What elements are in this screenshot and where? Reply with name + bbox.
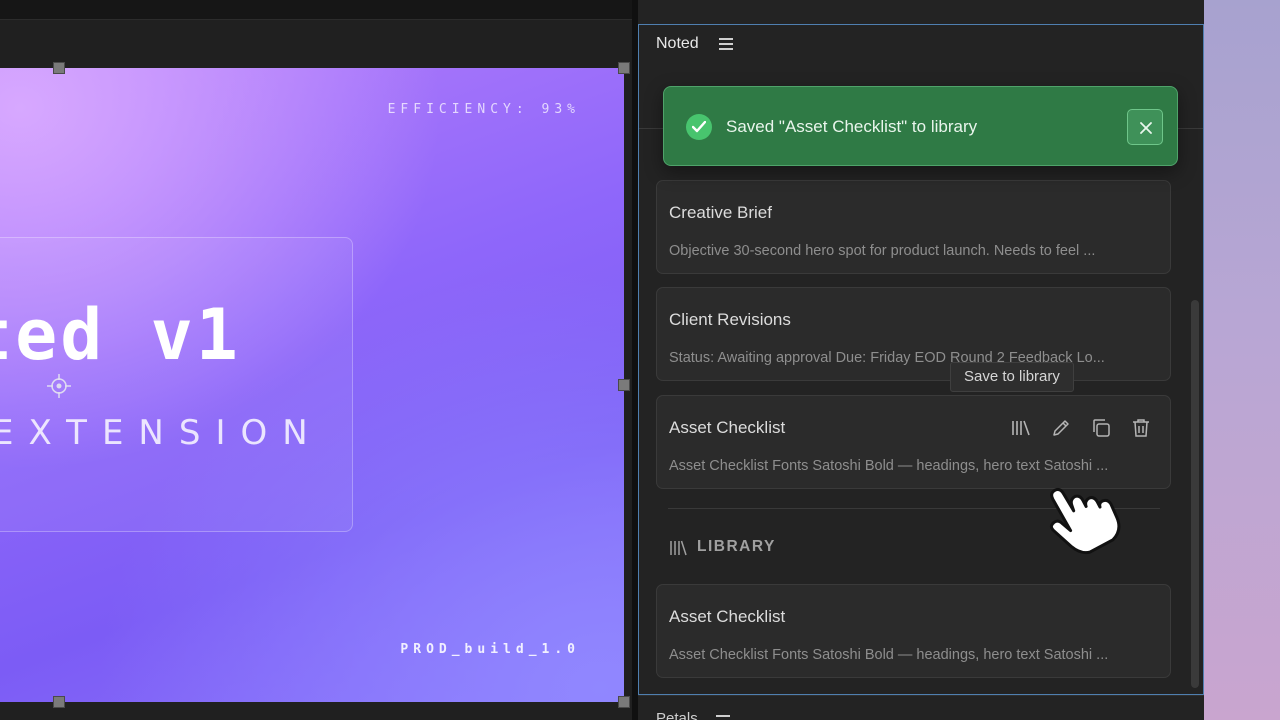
library-item-preview: Asset Checklist Fonts Satoshi Bold — hea… (669, 647, 1109, 663)
hero-title[interactable]: ted v1 (0, 300, 241, 370)
hamburger-icon[interactable] (716, 715, 730, 720)
card-actions (1010, 417, 1150, 439)
save-to-library-tooltip: Save to library (950, 362, 1074, 392)
note-preview: Objective 30-second hero spot for produc… (669, 243, 1096, 259)
note-card[interactable]: Creative Brief Objective 30-second hero … (656, 180, 1171, 274)
note-title: Asset Checklist (669, 418, 786, 437)
efficiency-label: EFFICIENCY: 93% (387, 102, 580, 117)
note-title: Client Revisions (669, 310, 791, 329)
library-icon[interactable] (1010, 417, 1032, 439)
desktop-background (1204, 0, 1280, 720)
transform-handle-top[interactable] (53, 62, 65, 74)
library-item[interactable]: Asset Checklist Asset Checklist Fonts Sa… (656, 584, 1171, 678)
toast-message: Saved "Asset Checklist" to library (726, 117, 978, 136)
transform-handle-bottom-right[interactable] (618, 696, 630, 708)
transform-handle-right[interactable] (618, 379, 630, 391)
build-label: PROD_build_1.0 (400, 642, 580, 657)
previous-panel-strip (638, 0, 1204, 24)
note-title: Creative Brief (669, 203, 772, 222)
artboard[interactable]: EFFICIENCY: 93% ted v1 EXTENSION PROD_bu… (0, 68, 624, 702)
pointer-hand-cursor-icon (1049, 487, 1121, 555)
trash-icon[interactable] (1130, 417, 1152, 439)
edit-icon[interactable] (1050, 417, 1072, 439)
hero-subtitle[interactable]: EXTENSION (0, 416, 323, 450)
close-icon (1140, 122, 1152, 134)
note-preview: Status: Awaiting approval Due: Friday EO… (669, 350, 1105, 366)
next-panel-header: Petals (638, 695, 1204, 720)
save-toast: Saved "Asset Checklist" to library (663, 86, 1178, 166)
library-item-title: Asset Checklist (669, 607, 786, 626)
library-icon (670, 540, 687, 556)
next-panel-title: Petals (656, 710, 698, 720)
copy-icon[interactable] (1090, 417, 1112, 439)
check-circle-icon (686, 114, 712, 140)
panel-scrollbar[interactable] (1191, 300, 1199, 688)
transform-handle-top-right[interactable] (618, 62, 630, 74)
anchor-point-icon[interactable] (46, 373, 72, 399)
panel-header: Noted (639, 25, 1203, 63)
panel-title: Noted (656, 35, 699, 52)
transform-handle-bottom[interactable] (53, 696, 65, 708)
library-heading: LIBRARY (697, 538, 776, 555)
canvas-top-bar (0, 0, 632, 20)
toast-close-button[interactable] (1127, 109, 1163, 145)
hamburger-icon[interactable] (719, 38, 733, 50)
note-card[interactable]: Client Revisions Status: Awaiting approv… (656, 287, 1171, 381)
